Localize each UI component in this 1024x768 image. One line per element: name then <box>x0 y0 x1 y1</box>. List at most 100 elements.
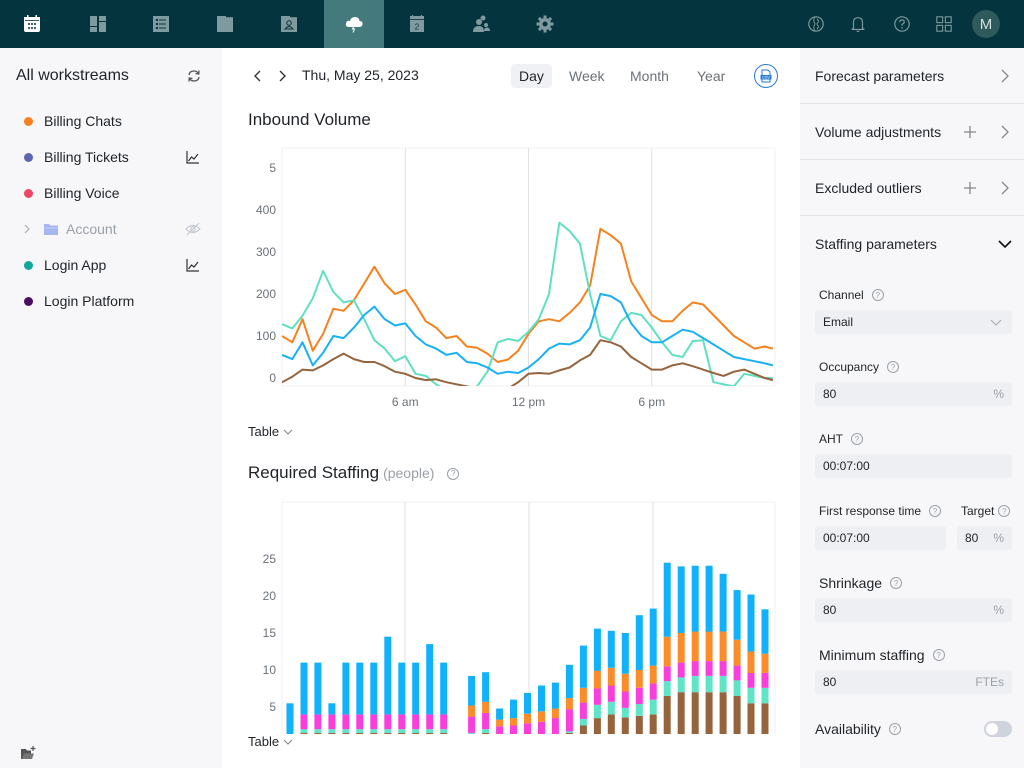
y-tick-label: 400 <box>256 203 276 217</box>
bar-segment-brown <box>607 714 615 744</box>
inbound-table-toggle[interactable]: Table <box>248 424 293 439</box>
y-tick-label: 5 <box>269 161 276 175</box>
workstream-login-app[interactable]: Login App <box>0 250 222 280</box>
plus-icon[interactable] <box>963 181 977 195</box>
bar-segment-magenta <box>691 661 699 676</box>
forecast-parameters-row[interactable]: Forecast parameters <box>800 48 1024 104</box>
channel-select[interactable]: Email <box>815 310 1012 334</box>
workstream-login-platform[interactable]: Login Platform <box>0 286 222 316</box>
help-icon[interactable]: ? <box>929 505 942 517</box>
minimum-staffing-input[interactable]: 80 FTEs <box>815 670 1012 694</box>
help-icon[interactable]: ? <box>447 467 460 480</box>
nav-files[interactable] <box>195 0 255 48</box>
help-icon[interactable]: ? <box>998 505 1011 517</box>
y-tick-label: 100 <box>256 329 276 343</box>
settings-gear-icon <box>536 15 554 33</box>
availability-label: Availability? <box>815 721 901 737</box>
bar-segment-magenta <box>510 725 517 742</box>
bar-segment-magenta <box>761 673 769 688</box>
help-icon[interactable]: ? <box>887 361 900 373</box>
bar-segment-brown <box>719 692 727 744</box>
excluded-outliers-row[interactable]: Excluded outliers <box>800 160 1024 216</box>
nav-tasks[interactable] <box>131 0 191 48</box>
nav-calendar[interactable] <box>2 0 62 48</box>
help-button[interactable] <box>890 12 914 36</box>
bar-segment-blue <box>286 703 294 737</box>
chart-icon[interactable] <box>185 257 201 273</box>
chevron-right-icon[interactable] <box>22 224 32 234</box>
bar-segment-teal <box>733 680 741 696</box>
add-folder-icon[interactable] <box>20 745 36 761</box>
section-label: Staffing parameters <box>815 236 937 252</box>
help-icon[interactable]: ? <box>851 433 863 445</box>
language-button[interactable] <box>804 12 828 36</box>
period-tab-week[interactable]: Week <box>561 64 613 88</box>
aht-input[interactable]: 00:07:00 <box>815 454 1012 478</box>
chart-icon[interactable] <box>185 149 201 165</box>
bar-segment-brown <box>621 717 629 744</box>
line-chart-svg: 6 am 12 pm 6 pm 0 100 200 300 400 5 <box>256 147 776 409</box>
volume-adjustments-row[interactable]: Volume adjustments <box>800 104 1024 160</box>
bar-segment-orange <box>607 667 615 686</box>
next-date-button[interactable] <box>274 68 290 84</box>
y-tick-label: 300 <box>256 245 276 259</box>
export-csv-button[interactable]: CSV <box>754 64 778 88</box>
nav-forecast[interactable] <box>324 0 384 48</box>
refresh-icon[interactable] <box>186 68 202 84</box>
period-tab-year[interactable]: Year <box>689 64 733 88</box>
nav-settings[interactable] <box>515 0 575 48</box>
bar-segment-orange <box>635 670 643 688</box>
shrinkage-input[interactable]: 80% <box>815 598 1012 622</box>
previous-date-button[interactable] <box>250 68 266 84</box>
period-tab-day[interactable]: Day <box>511 64 552 88</box>
inbound-volume-title: Inbound Volume <box>248 110 371 129</box>
workstream-billing-chats[interactable]: Billing Chats <box>0 106 222 136</box>
bar-segment-teal <box>314 729 322 733</box>
workstream-label: Billing Tickets <box>44 149 129 165</box>
bar-segment-orange <box>761 653 769 673</box>
help-icon[interactable]: ? <box>871 289 884 301</box>
bar-segment-orange <box>691 631 699 662</box>
bar-segment-teal <box>719 675 727 693</box>
workstream-folder-account[interactable]: Account <box>0 214 222 244</box>
workstream-billing-voice[interactable]: Billing Voice <box>0 178 222 208</box>
first-response-time-input[interactable]: 00:07:00 <box>815 526 946 550</box>
bar-segment-brown <box>426 732 434 744</box>
staffing-table-toggle[interactable]: Table <box>248 734 293 749</box>
occupancy-input[interactable]: 80% <box>815 382 1012 406</box>
nav-schedule[interactable]: 2 <box>387 0 447 48</box>
bar-segment-brown <box>635 715 643 744</box>
bar-segment-orange <box>551 708 559 719</box>
bar-segment-brown <box>370 732 378 744</box>
availability-toggle[interactable] <box>984 721 1012 737</box>
bar-segment-orange <box>747 651 755 673</box>
bar-segment-brown <box>356 732 364 744</box>
bar-segment-orange <box>649 665 657 684</box>
schedule-calendar-icon: 2 <box>410 15 424 32</box>
help-icon[interactable]: ? <box>888 723 901 735</box>
workstream-billing-tickets[interactable]: Billing Tickets <box>0 142 222 172</box>
workstream-color-dot <box>24 188 33 198</box>
apps-button[interactable] <box>932 12 956 36</box>
notifications-button[interactable] <box>846 12 870 36</box>
workstream-color-dot <box>24 260 33 270</box>
help-icon[interactable]: ? <box>932 649 945 661</box>
bar-segment-blue <box>496 708 504 720</box>
user-avatar[interactable]: M <box>972 10 1000 38</box>
help-icon[interactable]: ? <box>890 577 903 589</box>
plus-icon[interactable] <box>963 125 977 139</box>
bar-segment-orange <box>677 633 685 663</box>
bar-segment-blue <box>593 628 601 671</box>
bar-segment-magenta <box>607 685 615 702</box>
bar-segment-magenta <box>538 721 545 737</box>
workstream-label: Billing Chats <box>44 113 122 129</box>
target-input[interactable]: 80% <box>957 526 1012 550</box>
staffing-parameters-row[interactable]: Staffing parameters <box>800 216 1024 272</box>
nav-people[interactable] <box>451 0 511 48</box>
period-tab-month[interactable]: Month <box>622 64 677 88</box>
nav-contacts[interactable] <box>259 0 319 48</box>
hidden-eye-icon[interactable] <box>185 221 201 237</box>
nav-dashboard[interactable] <box>68 0 128 48</box>
bar-segment-blue <box>607 630 615 668</box>
bar-segment-teal <box>691 675 699 693</box>
